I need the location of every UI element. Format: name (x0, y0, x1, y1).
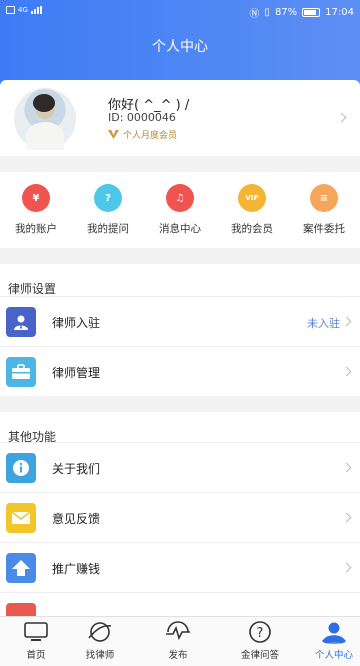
tab-label: 个人中心 (314, 650, 353, 661)
vip-icon: VIP (238, 184, 266, 212)
tv-icon (0, 620, 72, 644)
quick-action-label: 消息中心 (159, 223, 201, 235)
nfc-icon: Ⓝ (249, 9, 260, 20)
tab-find-lawyer[interactable]: 找律师 (64, 620, 136, 661)
crown-icon (108, 130, 119, 139)
header-bar: 4G Ⓝ ▯ 87% 17:04 个人中心 (0, 0, 360, 92)
tab-qa[interactable]: ? 金律问答 (224, 620, 296, 661)
row-label: 意见反馈 (52, 512, 101, 526)
quick-action-cases[interactable]: ≡ 案件委托 (288, 184, 360, 236)
chevron-right-icon (341, 512, 352, 523)
battery-icon (302, 8, 321, 17)
svg-text:?: ? (257, 626, 264, 641)
row-partial[interactable] (0, 592, 360, 616)
chevron-right-icon (341, 562, 352, 573)
pulse-icon (142, 620, 214, 644)
mail-icon (6, 503, 36, 533)
profile-id: ID: 0000046 (108, 111, 176, 124)
register-status: 未入驻 (307, 317, 340, 330)
quick-action-membership[interactable]: VIP 我的会员 (216, 184, 288, 236)
battery-percent: 87% (274, 7, 298, 18)
document-icon: ≡ (310, 184, 338, 212)
quick-action-account[interactable]: ¥ 我的账户 (0, 184, 72, 236)
chevron-right-icon (341, 366, 352, 377)
tab-label: 发布 (168, 650, 188, 661)
quick-action-label: 案件委托 (303, 223, 345, 235)
row-label: 律师管理 (52, 366, 101, 380)
quick-action-label: 我的会员 (231, 223, 273, 235)
avatar[interactable] (14, 88, 76, 150)
tab-profile[interactable]: 个人中心 (298, 620, 360, 661)
carrier-label: 4G (18, 6, 28, 14)
upload-arrow-icon (6, 553, 36, 583)
row-promote[interactable]: 推广赚钱 (0, 542, 360, 592)
tab-label: 找律师 (85, 650, 115, 661)
tab-label: 金律问答 (240, 650, 279, 661)
row-label: 推广赚钱 (52, 562, 101, 576)
vibrate-icon: ▯ (264, 7, 270, 18)
row-about-us[interactable]: 关于我们 (0, 442, 360, 492)
membership-label: 个人月度会员 (123, 131, 178, 141)
tab-label: 首页 (26, 650, 46, 661)
briefcase-icon (6, 357, 36, 387)
row-label: 律师入驻 (52, 316, 101, 330)
signal-icon (30, 6, 42, 14)
tab-home[interactable]: 首页 (0, 620, 72, 661)
bell-icon: ♫ (166, 184, 194, 212)
membership-badge: 个人月度会员 (108, 128, 177, 141)
chevron-right-icon (341, 316, 352, 327)
person-icon (298, 620, 360, 644)
quick-action-label: 我的提问 (87, 223, 129, 235)
row-lawyer-register[interactable]: 律师入驻 未入驻 (0, 296, 360, 346)
row-feedback[interactable]: 意见反馈 (0, 492, 360, 542)
question-circle-icon: ? (224, 620, 296, 644)
row-label: 关于我们 (52, 462, 101, 476)
planet-icon (64, 620, 136, 644)
info-icon (6, 453, 36, 483)
quick-action-questions[interactable]: ? 我的提问 (72, 184, 144, 236)
question-icon: ? (94, 184, 122, 212)
menu-icon (6, 603, 36, 616)
yuan-icon: ¥ (22, 184, 50, 212)
row-lawyer-manage[interactable]: 律师管理 (0, 346, 360, 396)
lawyer-icon (6, 307, 36, 337)
section-title: 律师设置 (8, 282, 57, 296)
quick-action-messages[interactable]: ♫ 消息中心 (144, 184, 216, 236)
chevron-right-icon (341, 462, 352, 473)
tab-publish[interactable]: 发布 (142, 620, 214, 661)
quick-action-label: 我的账户 (15, 223, 57, 235)
status-bar: 4G Ⓝ ▯ 87% 17:04 (0, 0, 360, 24)
page-title: 个人中心 (152, 39, 208, 55)
clock: 17:04 (325, 7, 354, 18)
notification-icon (6, 6, 15, 14)
